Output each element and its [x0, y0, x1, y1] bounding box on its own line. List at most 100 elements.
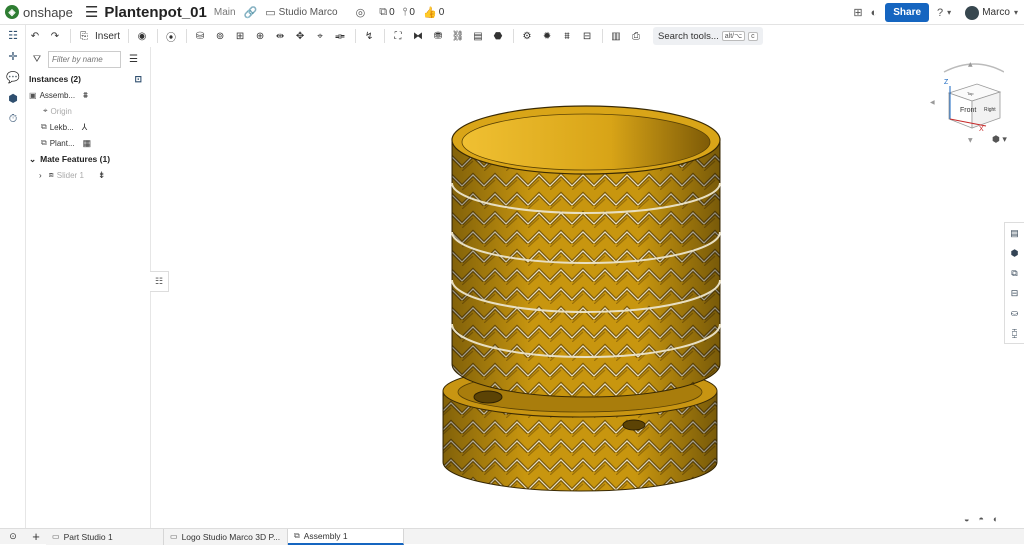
relation-icon[interactable]: ⧓ — [409, 27, 427, 45]
cylindrical-mate-icon[interactable]: ⇹ — [271, 27, 289, 45]
planar-mate-icon[interactable]: ⊕ — [251, 27, 269, 45]
slider-type-icon: ⇟ — [97, 169, 106, 180]
user-chevron-down-icon[interactable]: ▾ — [1014, 8, 1018, 17]
chevron-down-icon[interactable]: ⌄ — [29, 154, 36, 165]
globe-icon[interactable]: ◎ — [356, 6, 366, 19]
viewcube-right-label[interactable]: Right — [984, 107, 996, 113]
section-icon[interactable]: ◐ — [993, 514, 998, 524]
add-tab-icon[interactable]: + — [26, 529, 46, 544]
viewcube-front-label[interactable]: Front — [960, 107, 976, 114]
parts-icon[interactable]: ⬢ — [0, 88, 26, 109]
undo-icon[interactable]: ↶ — [26, 27, 44, 45]
replicate-icon[interactable]: ◉ — [133, 27, 151, 45]
onshape-logo[interactable]: ◈ onshape — [5, 5, 73, 20]
named-views-icon[interactable]: ◓ — [978, 514, 983, 524]
instances-header[interactable]: Instances (2) ⊡ — [26, 71, 150, 87]
share-button[interactable]: Share — [885, 3, 930, 22]
linear-pattern-icon[interactable]: ⦿ — [162, 27, 180, 45]
feature-list-icon[interactable]: ☷ — [0, 25, 26, 46]
add-folder-icon[interactable]: ⊡ — [134, 74, 142, 85]
rotate-left-icon[interactable]: ◀ — [930, 99, 935, 106]
viewcube-top-label[interactable]: Top — [967, 91, 974, 96]
branch-icon[interactable]: ⫯ — [403, 6, 408, 19]
part-instance-icon: ⧉ — [41, 122, 47, 131]
add-mate-icon[interactable]: ✛ — [0, 46, 26, 67]
view-cube[interactable]: Front Right Top Z X ▲ ◀ ▶ ▼ — [930, 61, 1004, 144]
gear-icon[interactable]: ✹ — [538, 27, 556, 45]
group-icon[interactable]: ⛶ — [389, 27, 407, 45]
link-icon[interactable]: 🔗 — [244, 6, 258, 19]
list-item[interactable]: ▣ Assemb... ⩩ — [26, 87, 150, 103]
interference-icon[interactable]: ⎙ — [627, 27, 645, 45]
filter-input[interactable] — [48, 50, 121, 68]
tab-manager-icon[interactable]: ⊙ — [0, 529, 26, 545]
section-view-icon[interactable]: ⩩ — [558, 27, 576, 45]
tangent-mate-icon[interactable]: ⟚ — [331, 27, 349, 45]
help-chevron-down-icon[interactable]: ▾ — [947, 8, 951, 17]
branch-label[interactable]: Main — [214, 7, 236, 18]
like-icon[interactable]: 👍 — [423, 6, 437, 19]
mate-connector-icon[interactable]: ↯ — [360, 27, 378, 45]
chevron-right-icon[interactable]: › — [39, 171, 42, 180]
search-tools-label: Search tools... — [658, 30, 719, 42]
insert-button[interactable]: ⎘ Insert — [75, 27, 120, 45]
tab-logo-studio[interactable]: ▭ Logo Studio Marco 3D P... — [164, 528, 288, 545]
folder-label[interactable]: Studio Marco — [279, 7, 338, 18]
tab-assembly-1[interactable]: ⧉ Assembly 1 — [288, 528, 404, 545]
instance-label: Lekb... — [49, 122, 74, 132]
instances-header-label: Instances (2) — [29, 74, 81, 84]
tab-part-studio-1[interactable]: ▭ Part Studio 1 — [46, 528, 164, 545]
appearance-icon[interactable]: ⬢ — [1005, 243, 1024, 263]
configurations-icon[interactable]: ⧉ — [1005, 263, 1024, 283]
redo-icon[interactable]: ↷ — [46, 27, 64, 45]
folder-icon[interactable]: ▭ — [265, 6, 275, 19]
learning-center-icon[interactable]: ◐ — [871, 7, 878, 19]
list-item[interactable]: ⌖ Origin — [26, 103, 150, 119]
bom-icon[interactable]: ⛀ — [1005, 303, 1024, 323]
mate-features-header[interactable]: ⌄ Mate Features (1) — [26, 151, 150, 167]
explode-views-icon[interactable]: ⊟ — [1005, 283, 1024, 303]
avatar[interactable] — [965, 5, 980, 20]
document-title[interactable]: Plantenpot_01 — [104, 4, 207, 21]
pin-slot-mate-icon[interactable]: ✥ — [291, 27, 309, 45]
toolbar-divider — [513, 29, 515, 43]
graphics-area[interactable]: Front Right Top Z X ▲ ◀ ▶ ▼ — [151, 47, 1004, 528]
rotate-arc-icon[interactable] — [943, 63, 1004, 73]
rotate-up-icon[interactable]: ▲ — [968, 61, 973, 68]
list-item[interactable]: ⧉ Lekb... ⅄ — [26, 119, 150, 135]
measure-icon[interactable]: ⊟ — [578, 27, 596, 45]
view-options-dropdown[interactable]: ⬢ ▾ — [992, 134, 1007, 145]
explode-icon[interactable]: ⚙ — [518, 27, 536, 45]
top-right-controls: ⊞ ◐ Share ? ▾ Marco ▾ — [845, 0, 1024, 25]
planter-model[interactable] — [442, 105, 721, 492]
list-view-icon[interactable]: ☰ — [129, 54, 138, 65]
menu-icon[interactable]: ☰ — [85, 3, 98, 21]
filter-icon[interactable]: ⛛ — [26, 54, 48, 65]
fastened-mate-icon[interactable]: ⛁ — [191, 27, 209, 45]
search-tools-button[interactable]: Search tools... alt/⌥ c — [653, 27, 763, 45]
variables-icon[interactable]: ⧮ — [1005, 323, 1024, 343]
app-store-icon[interactable]: ⊞ — [853, 6, 862, 19]
revolute-mate-icon[interactable]: ⊚ — [211, 27, 229, 45]
rack-pinion-icon[interactable]: ⛓ — [449, 27, 467, 45]
tab-label: Logo Studio Marco 3D P... — [181, 531, 281, 542]
linear-relation-icon[interactable]: ⬣ — [489, 27, 507, 45]
slider-mate-icon[interactable]: ⊞ — [231, 27, 249, 45]
comments-icon[interactable]: 💬 — [0, 67, 26, 88]
filter-row: ⛛ ☰ — [26, 47, 150, 71]
onshape-logo-text: onshape — [23, 4, 73, 20]
rotate-down-icon[interactable]: ▼ — [968, 137, 973, 144]
screw-relation-icon[interactable]: ▤ — [469, 27, 487, 45]
shaded-view-icon[interactable]: ◒ — [964, 514, 969, 524]
gear-relation-icon[interactable]: ⛃ — [429, 27, 447, 45]
shortcut-c-key: c — [748, 31, 758, 41]
ball-mate-icon[interactable]: ⌖ — [311, 27, 329, 45]
versions-icon[interactable]: ⧉ — [379, 6, 387, 19]
properties-icon[interactable]: ▤ — [1005, 223, 1024, 243]
help-icon[interactable]: ? — [937, 7, 943, 19]
history-icon[interactable]: ⏱ — [0, 109, 26, 130]
list-item[interactable]: › ⧈ Slider 1 ⇟ — [26, 167, 150, 183]
mass-properties-icon[interactable]: ▥ — [607, 27, 625, 45]
user-name[interactable]: Marco — [982, 7, 1010, 18]
list-item[interactable]: ⧉ Plant... ▦ — [26, 135, 150, 151]
